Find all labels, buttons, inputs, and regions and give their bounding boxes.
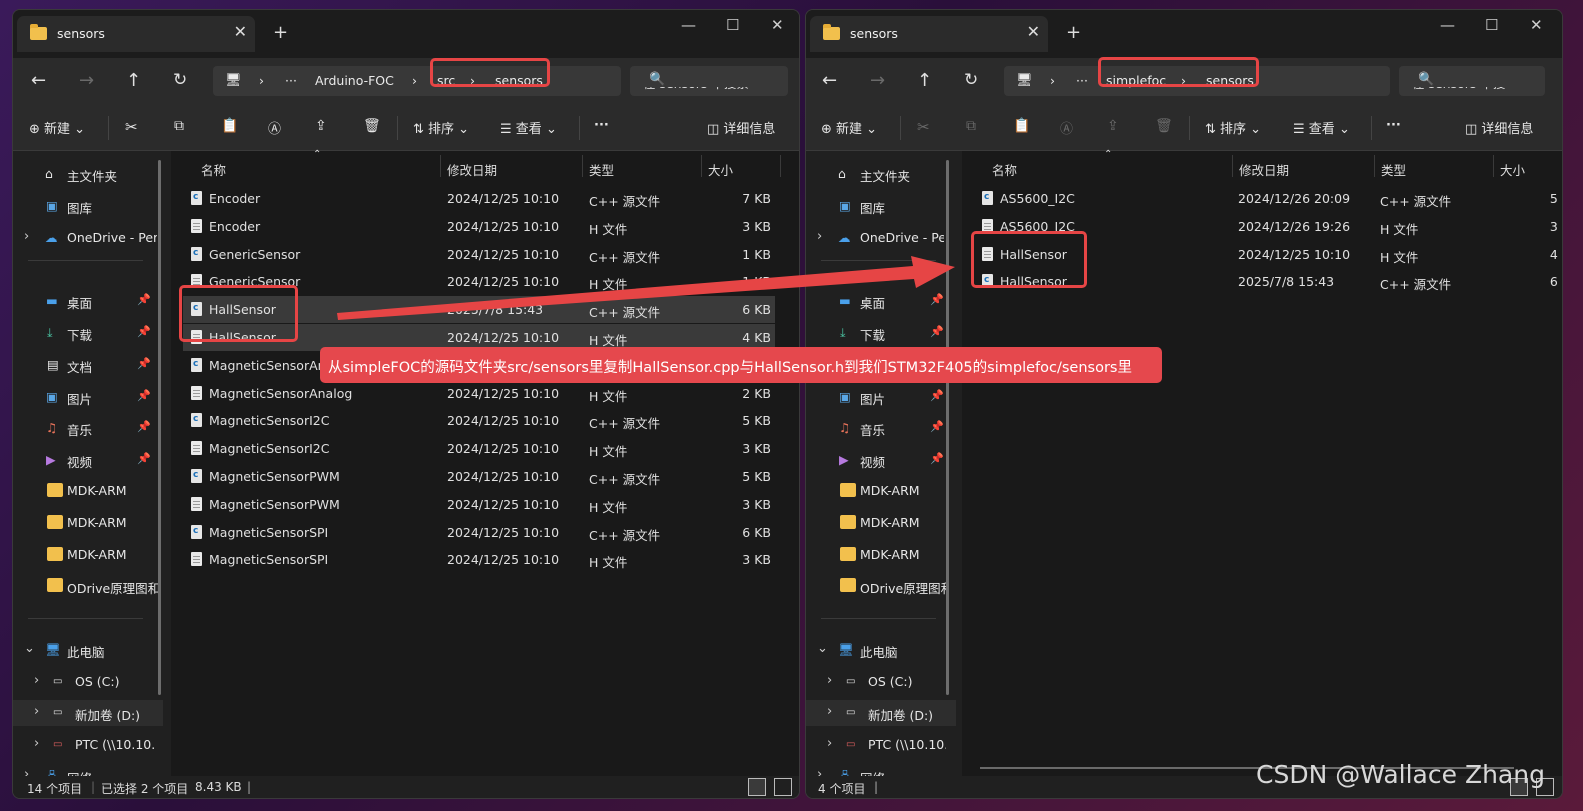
- callout-text: 从simpleFOC的源码文件夹src/sensors里复制HallSensor…: [328, 360, 1132, 376]
- copy-arrow: [337, 256, 955, 320]
- annotation-callout: 从simpleFOC的源码文件夹src/sensors里复制HallSensor…: [320, 347, 1162, 383]
- watermark: CSDN @Wallace Zhang: [1256, 760, 1545, 789]
- arrow-shape: [337, 256, 955, 320]
